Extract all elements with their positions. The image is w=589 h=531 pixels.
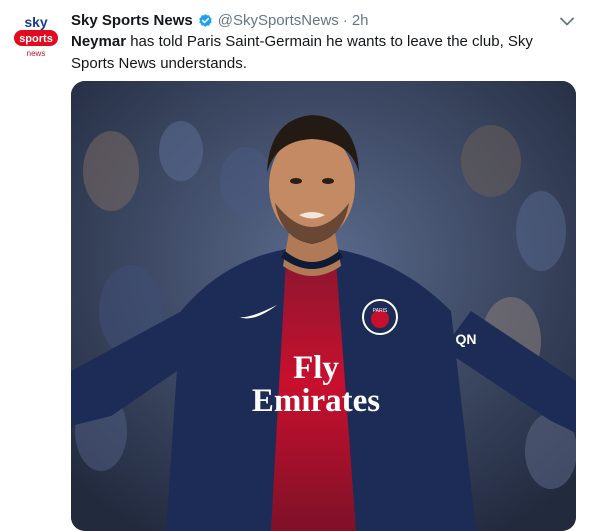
psg-badge-text: PARIS (373, 308, 388, 314)
photo-neymar-psg: PARIS Fly Emirates QN (71, 81, 576, 531)
tweet[interactable]: sky sports news Sky Sports News @SkySpor… (0, 0, 589, 531)
logo-sports-text: sports (19, 33, 53, 45)
header-separator: · (342, 12, 348, 29)
sky-sports-news-logo: sky sports news (11, 11, 61, 61)
avatar[interactable]: sky sports news (11, 11, 61, 61)
sleeve-sponsor-text: QN (456, 331, 477, 347)
account-name[interactable]: Sky Sports News (71, 10, 193, 32)
logo-sky-text: sky (24, 14, 48, 30)
tweet-subject: Neymar (71, 33, 127, 50)
verified-badge-icon (197, 13, 214, 30)
chevron-down-icon[interactable] (557, 11, 577, 31)
tweet-timestamp[interactable]: 2h (352, 10, 369, 32)
logo-news-text: news (27, 49, 46, 58)
tweet-photo[interactable]: PARIS Fly Emirates QN (71, 81, 576, 531)
tweet-text: Neymar has told Paris Saint-Germain he w… (71, 31, 579, 75)
tweet-body: has told Paris Saint-Germain he wants to… (71, 33, 533, 72)
account-handle[interactable]: @SkySportsNews (218, 10, 339, 32)
shirt-sponsor-line1: Fly (293, 350, 339, 386)
shirt-sponsor-line2: Emirates (252, 383, 380, 419)
tweet-header: Sky Sports News @SkySportsNews · 2h (71, 10, 369, 32)
